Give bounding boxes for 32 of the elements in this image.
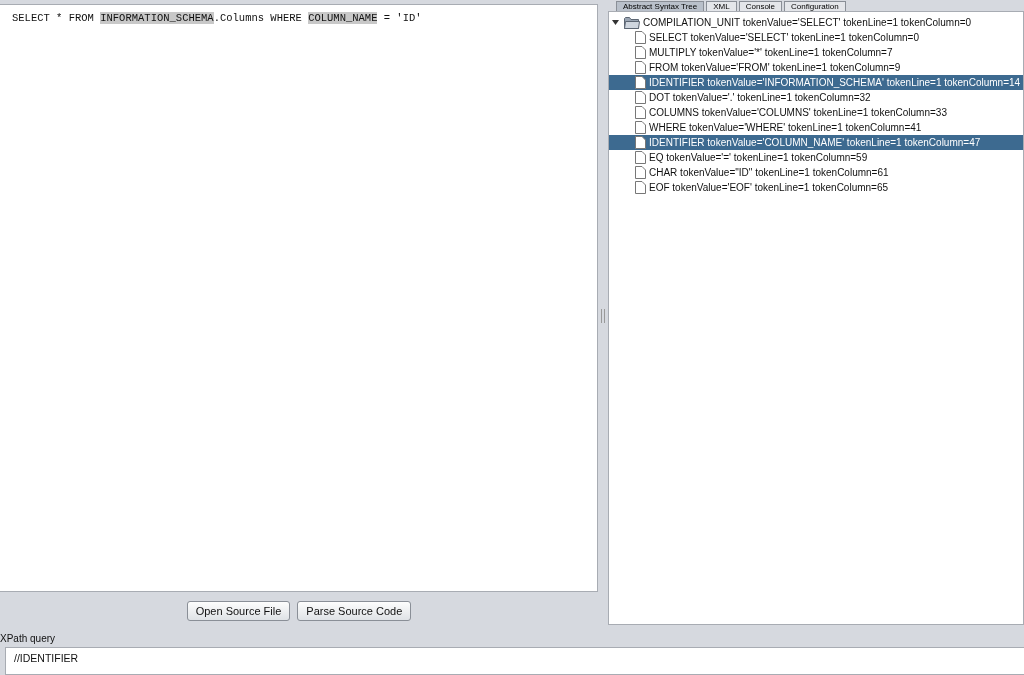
document-icon <box>635 76 646 89</box>
splitter-grip-icon[interactable] <box>601 308 605 323</box>
code-line: SELECT * FROM INFORMATION_SCHEMA.Columns WHERE COLUMN_NAME = 'ID' <box>12 12 423 24</box>
tree-row[interactable]: DOT tokenValue='.' tokenLine=1 tokenColumn=32 <box>609 90 1023 105</box>
tree-row[interactable]: SELECT tokenValue='SELECT' tokenLine=1 tokenColumn=0 <box>609 30 1023 45</box>
tree-row[interactable]: COLUMNS tokenValue='COLUMNS' tokenLine=1 tokenColumn=33 <box>609 105 1023 120</box>
document-icon <box>635 136 646 149</box>
document-icon <box>635 61 646 74</box>
action-button[interactable]: Open Source File <box>186 601 291 621</box>
xpath-field[interactable]: //IDENTIFIER <box>5 647 1024 675</box>
action-button[interactable]: Parse Source Code <box>297 601 412 621</box>
xpath-label: XPath query <box>0 632 57 646</box>
expand-caret-icon[interactable] <box>612 19 619 26</box>
tree-row[interactable]: EOF tokenValue='EOF' tokenLine=1 tokenColumn=65 <box>609 180 1023 195</box>
document-icon <box>635 106 646 119</box>
document-icon <box>635 181 646 194</box>
document-icon <box>635 91 646 104</box>
tree-row[interactable]: MULTIPLY tokenValue='*' tokenLine=1 tokenColumn=7 <box>609 45 1023 60</box>
tree-row[interactable]: CHAR tokenValue="ID" tokenLine=1 tokenColumn=61 <box>609 165 1023 180</box>
tree-row[interactable]: IDENTIFIER tokenValue='INFORMATION_SCHEMA' tokenLine=1 tokenColumn=14 <box>609 75 1023 90</box>
tree-row[interactable]: FROM tokenValue='FROM' tokenLine=1 tokenColumn=9 <box>609 60 1023 75</box>
folder-icon <box>624 16 640 29</box>
code-editor[interactable]: SELECT * FROM INFORMATION_SCHEMA.Columns WHERE COLUMN_NAME = 'ID' <box>0 4 598 592</box>
tree-row[interactable]: COMPILATION_UNIT tokenValue='SELECT' tokenLine=1 tokenColumn=0 <box>609 15 1023 30</box>
document-icon <box>635 151 646 164</box>
document-icon <box>635 166 646 179</box>
document-icon <box>635 31 646 44</box>
document-icon <box>635 121 646 134</box>
document-icon <box>635 46 646 59</box>
tree-row[interactable]: IDENTIFIER tokenValue='COLUMN_NAME' tokenLine=1 tokenColumn=47 <box>609 135 1023 150</box>
tree-row[interactable]: EQ tokenValue='=' tokenLine=1 tokenColumn=59 <box>609 150 1023 165</box>
tree-row[interactable]: WHERE tokenValue='WHERE' tokenLine=1 tokenColumn=41 <box>609 120 1023 135</box>
